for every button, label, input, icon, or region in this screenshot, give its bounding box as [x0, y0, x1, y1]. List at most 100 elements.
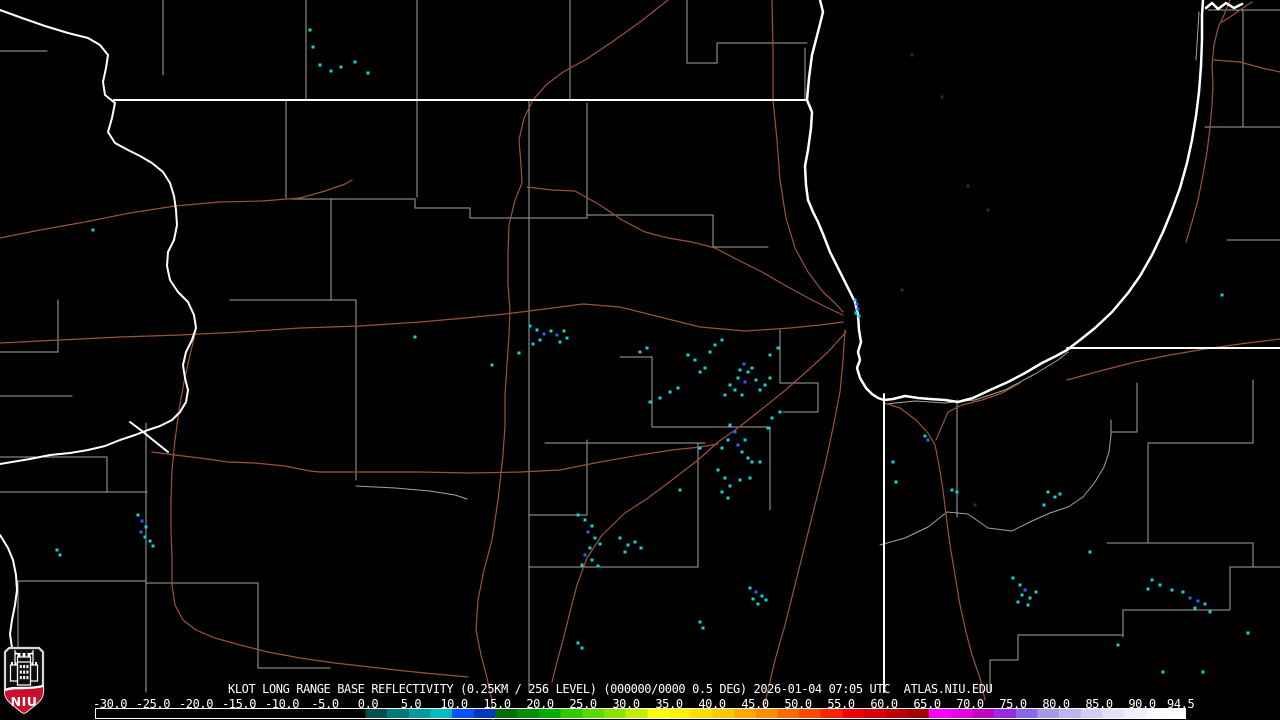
radar-echo — [144, 525, 148, 529]
radar-echo — [623, 550, 627, 554]
radar-echo — [633, 540, 637, 544]
radar-echo — [1042, 503, 1046, 507]
radar-echo — [549, 329, 553, 333]
radar-echo — [891, 460, 895, 464]
radar-echo — [1011, 576, 1015, 580]
radar-echo — [693, 358, 697, 362]
radar-echo — [768, 376, 772, 380]
radar-echo — [626, 543, 630, 547]
radar-product-title: KLOT LONG RANGE BASE REFLECTIVITY (0.25K… — [228, 682, 993, 696]
radar-echo — [535, 328, 539, 332]
radar-echo — [1196, 599, 1200, 603]
radar-echo — [720, 338, 724, 342]
radar-echo — [940, 95, 944, 99]
radar-echo — [1088, 550, 1092, 554]
radar-echo — [857, 314, 861, 318]
radar-echo — [910, 53, 914, 57]
radar-echo — [353, 60, 357, 64]
radar-echo — [308, 28, 312, 32]
radar-echo — [58, 553, 62, 557]
radar-echo — [728, 423, 732, 427]
radar-echo — [490, 363, 494, 367]
radar-echo — [562, 329, 566, 333]
radar-echo — [588, 546, 592, 550]
radar-echo — [580, 646, 584, 650]
radar-echo — [754, 378, 758, 382]
radar-echo — [986, 208, 990, 212]
radar-echo — [742, 362, 746, 366]
radar-echo — [900, 288, 904, 292]
radar-echo — [763, 383, 767, 387]
radar-echo — [1150, 578, 1154, 582]
radar-echo — [736, 376, 740, 380]
radar-echo — [148, 539, 152, 543]
radar-echo — [720, 446, 724, 450]
radar-echo — [1161, 670, 1165, 674]
radar-echo — [1246, 631, 1250, 635]
radar-echo — [856, 307, 860, 311]
radar-echo — [854, 311, 858, 315]
radar-echo — [758, 388, 762, 392]
radar-echo — [143, 535, 147, 539]
radar-echo — [576, 641, 580, 645]
radar-echo — [1203, 602, 1207, 606]
radar-echo — [413, 335, 417, 339]
radar-echo — [754, 590, 758, 594]
radar-echo — [748, 476, 752, 480]
radar-echo — [853, 298, 857, 302]
radar-echo — [733, 430, 737, 434]
radar-echo — [750, 460, 754, 464]
radar-echo — [728, 484, 732, 488]
radar-echo — [1181, 590, 1185, 594]
radar-echo — [768, 353, 772, 357]
radar-echo — [726, 438, 730, 442]
radar-echo — [151, 544, 155, 548]
radar-echo — [1146, 587, 1150, 591]
radar-echo — [140, 519, 144, 523]
radar-echo — [555, 333, 559, 337]
radar-echo — [698, 370, 702, 374]
radar-echo — [955, 490, 959, 494]
radar-echo — [746, 370, 750, 374]
radar-echo — [894, 480, 898, 484]
radar-echo — [720, 490, 724, 494]
radar-echo — [756, 602, 760, 606]
radar-echo — [55, 548, 59, 552]
radar-echo — [855, 302, 859, 306]
radar-echo — [586, 530, 590, 534]
radar-echo — [590, 524, 594, 528]
radar-echo — [139, 530, 143, 534]
radar-echo — [311, 45, 315, 49]
radar-echo — [1058, 492, 1062, 496]
radar-echo — [538, 338, 542, 342]
radar-echo — [770, 416, 774, 420]
radar-echo — [723, 393, 727, 397]
radar-echo — [580, 563, 584, 567]
radar-echo — [738, 478, 742, 482]
radar-echo — [966, 184, 970, 188]
radar-echo — [1028, 596, 1032, 600]
radar-echo — [1193, 606, 1197, 610]
radar-echo — [1034, 590, 1038, 594]
radar-echo — [926, 438, 930, 442]
radar-echo — [923, 434, 927, 438]
radar-echo — [583, 518, 587, 522]
radar-echo — [733, 388, 737, 392]
radar-echo — [542, 332, 546, 336]
radar-echo — [1026, 603, 1030, 607]
radar-echo — [639, 546, 643, 550]
radar-echo — [740, 393, 744, 397]
state-lines — [113, 99, 1280, 693]
radar-echo — [528, 324, 532, 328]
radar-echo — [676, 386, 680, 390]
radar-echo — [713, 343, 717, 347]
radar-echo — [1046, 490, 1050, 494]
radar-echo — [973, 503, 977, 507]
radar-echo — [1018, 583, 1022, 587]
radar-echo — [1016, 600, 1020, 604]
radar-echo — [950, 488, 954, 492]
radar-echo — [638, 350, 642, 354]
radar-echo — [760, 594, 764, 598]
radar-echo — [1201, 670, 1205, 674]
radar-echo — [750, 366, 754, 370]
